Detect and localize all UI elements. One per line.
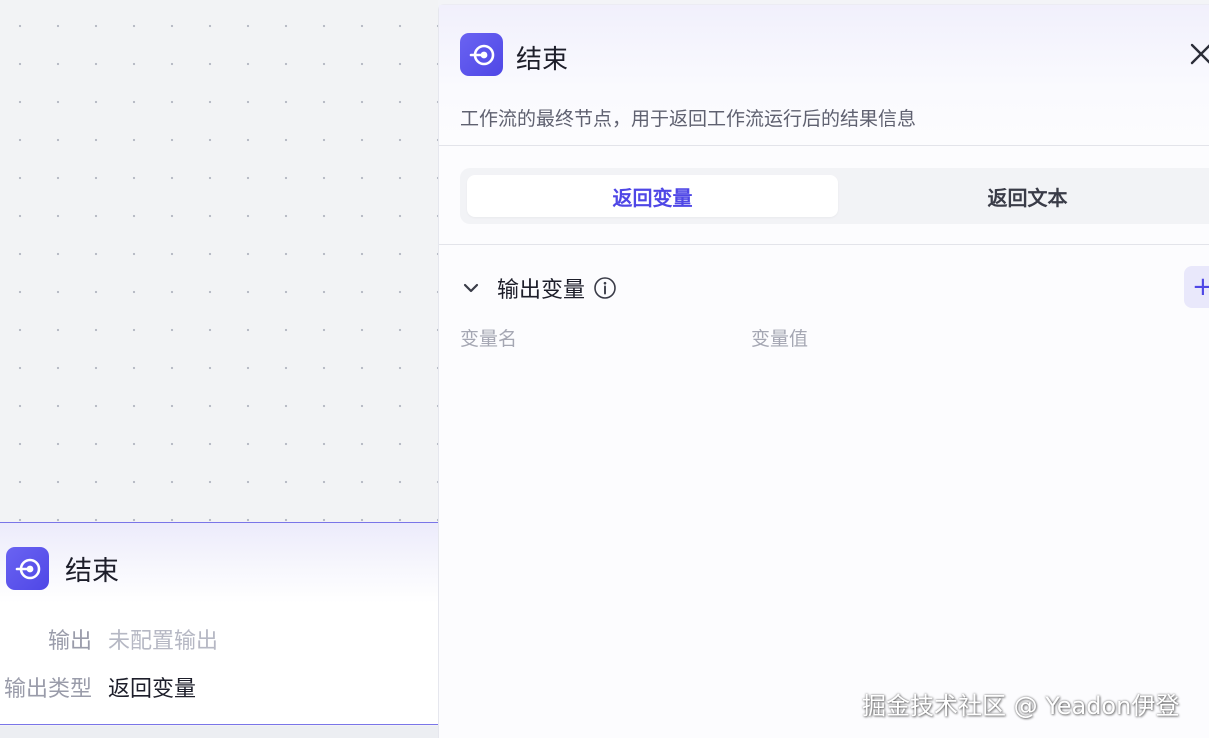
divider (439, 244, 1209, 245)
close-icon[interactable] (1188, 41, 1209, 67)
node-output-row: 输出 未配置输出 (0, 623, 218, 655)
column-variable-name: 变量名 (460, 328, 518, 350)
output-variables-header: 输出变量 (461, 272, 617, 304)
end-node-icon (460, 33, 503, 76)
node-output-type-row: 输出类型 返回变量 (0, 671, 196, 703)
chevron-down-icon[interactable] (461, 278, 481, 298)
output-label: 输出 (47, 629, 92, 654)
tab-return-variable[interactable]: 返回变量 (467, 175, 838, 217)
watermark: 掘金技术社区 @ Yeadon伊登 (862, 692, 1180, 720)
panel-title[interactable]: 结束 (516, 39, 568, 76)
column-variable-value: 变量值 (751, 328, 809, 350)
output-type-value: 返回变量 (108, 677, 197, 702)
canvas-strip (0, 726, 438, 738)
node-title: 结束 (65, 556, 119, 587)
tab-return-text[interactable]: 返回文本 (842, 175, 1209, 217)
info-icon[interactable] (593, 276, 617, 300)
end-node-card[interactable]: 结束 输出 未配置输出 输出类型 返回变量 (0, 522, 438, 725)
output-value: 未配置输出 (108, 629, 219, 654)
add-variable-button[interactable]: + (1184, 266, 1209, 308)
output-mode-tabs: 返回变量 返回文本 (460, 168, 1209, 224)
node-header: 结束 (6, 547, 119, 590)
output-type-label: 输出类型 (3, 677, 92, 702)
node-config-panel: 结束 工作流的最终节点，用于返回工作流运行后的结果信息 返回变量 返回文本 输出… (438, 4, 1209, 738)
panel-description: 工作流的最终节点，用于返回工作流运行后的结果信息 (460, 108, 917, 130)
panel-header: 结束 工作流的最终节点，用于返回工作流运行后的结果信息 (439, 5, 1209, 146)
end-node-icon (6, 547, 49, 590)
section-title: 输出变量 (497, 278, 586, 303)
